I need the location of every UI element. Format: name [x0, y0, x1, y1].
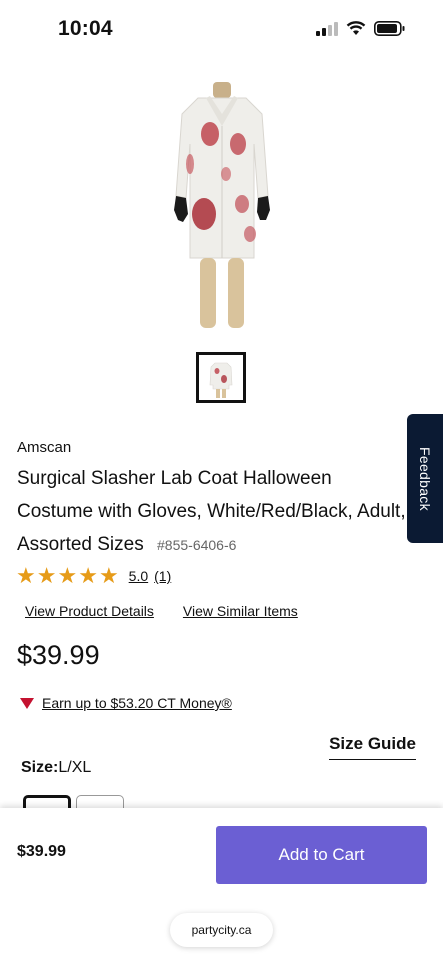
browser-url-pill[interactable]: partycity.ca [170, 913, 273, 947]
product-image[interactable] [150, 74, 294, 336]
size-label-value: L/XL [58, 759, 92, 776]
feedback-label: Feedback [417, 446, 433, 511]
sticky-cart-bar: $39.99 Add to Cart partycity.ca [0, 808, 443, 960]
star-icon: ★ [57, 563, 78, 588]
size-label-key: Size: [21, 759, 59, 776]
rating-value[interactable]: 5.0 [129, 568, 148, 584]
view-product-details-link[interactable]: View Product Details [25, 603, 154, 619]
rating-stars: ★ ★ ★ ★ ★ [16, 565, 119, 587]
product-thumbnail[interactable] [196, 352, 246, 403]
star-icon: ★ [16, 563, 36, 588]
product-sku: #855-6406-6 [157, 537, 237, 553]
product-price: $39.99 [17, 640, 100, 670]
view-similar-items-link[interactable]: View Similar Items [183, 603, 298, 619]
status-bar: 10:04 [0, 0, 443, 58]
wifi-icon [346, 21, 366, 35]
status-icons [316, 21, 405, 36]
product-links: View Product Details View Similar Items [25, 603, 298, 619]
battery-icon [374, 21, 405, 36]
rating-count[interactable]: (1) [154, 568, 171, 584]
star-icon: ★ [36, 563, 57, 588]
ct-triangle-icon [20, 697, 34, 709]
size-label: Size:L/XL [21, 759, 91, 777]
thumbnail-image [209, 362, 233, 398]
feedback-tab[interactable]: Feedback [407, 414, 443, 543]
size-guide-link[interactable]: Size Guide [329, 734, 416, 760]
status-time: 10:04 [58, 17, 113, 40]
brand-name[interactable]: Amscan [17, 439, 71, 456]
signal-icon [316, 21, 338, 36]
ct-money-row[interactable]: Earn up to $53.20 CT Money® [20, 695, 232, 711]
star-icon: ★ [78, 563, 98, 588]
star-icon: ★ [98, 563, 119, 588]
ct-money-label[interactable]: Earn up to $53.20 CT Money® [42, 695, 232, 711]
sticky-price: $39.99 [17, 843, 66, 860]
product-title: Surgical Slasher Lab Coat Halloween Cost… [17, 462, 407, 562]
add-to-cart-button[interactable]: Add to Cart [216, 826, 427, 884]
rating-row[interactable]: ★ ★ ★ ★ ★ 5.0 (1) [16, 565, 171, 587]
